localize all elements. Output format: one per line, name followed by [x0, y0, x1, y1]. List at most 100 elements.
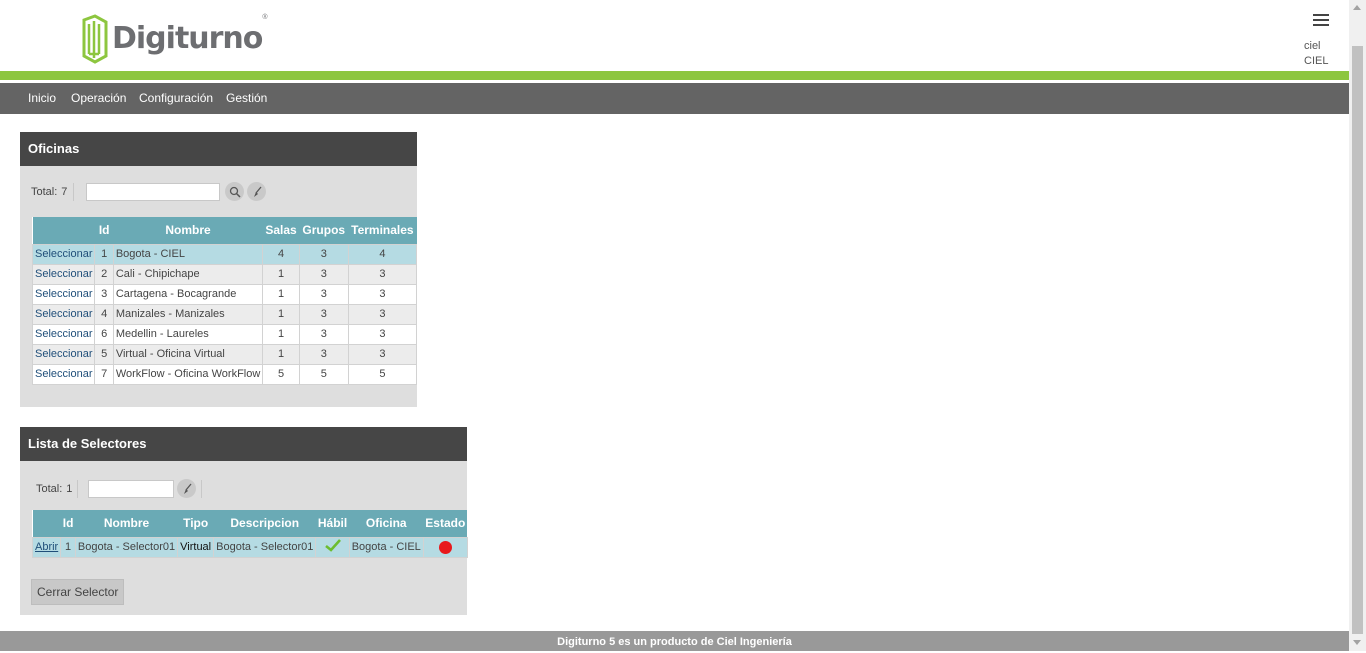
hamburger-menu-icon[interactable]: [1313, 14, 1329, 28]
col-descripcion: Descripcion: [213, 510, 316, 537]
row-nombre: Medellin - Laureles: [112, 323, 264, 345]
row-terminales: 5: [347, 363, 418, 385]
user-company: CIEL: [1304, 55, 1329, 67]
row-nombre: Bogota - Selector01: [74, 536, 179, 558]
row-id: 1: [60, 536, 76, 558]
oficinas-table: Id Nombre Salas Grupos Terminales Selecc…: [31, 217, 418, 385]
nav-item-inicio[interactable]: Inicio: [28, 91, 56, 105]
col-grupos: Grupos: [299, 217, 349, 244]
select-link[interactable]: Seleccionar: [35, 368, 92, 380]
close-selector-button[interactable]: Cerrar Selector: [31, 579, 125, 605]
app-header: Digiturno ® ciel CIEL: [0, 0, 1349, 71]
select-link[interactable]: Seleccionar: [35, 248, 92, 260]
col-nombre: Nombre: [113, 217, 263, 244]
row-descripcion: Bogota - Selector01: [213, 536, 317, 558]
row-salas: 1: [262, 283, 300, 305]
table-row: Seleccionar 1 Bogota - CIEL 4 3 4: [31, 243, 418, 265]
select-link[interactable]: Seleccionar: [35, 328, 92, 340]
row-habil: [315, 536, 350, 558]
row-grupos: 3: [298, 343, 349, 365]
row-salas: 1: [262, 323, 300, 345]
row-id: 2: [94, 263, 114, 285]
logo-registered-mark: ®: [262, 14, 268, 21]
user-login: ciel: [1304, 40, 1321, 52]
col-habil: Hábil: [315, 510, 350, 537]
row-terminales: 3: [347, 303, 418, 325]
row-id: 7: [94, 363, 114, 385]
row-salas: 1: [262, 263, 300, 285]
col-tipo: Tipo: [177, 510, 214, 537]
row-grupos: 3: [298, 303, 349, 325]
row-salas: 1: [262, 303, 300, 325]
digiturno-logo[interactable]: Digiturno ®: [80, 14, 268, 64]
digiturno-logo-icon: [82, 14, 108, 64]
oficinas-search-input[interactable]: [86, 182, 221, 201]
row-terminales: 3: [347, 323, 418, 345]
table-row: Seleccionar 7 WorkFlow - Oficina WorkFlo…: [31, 363, 418, 385]
total-label: Total:: [31, 185, 58, 198]
col-nombre: Nombre: [75, 510, 178, 537]
row-salas: 4: [262, 243, 300, 265]
main-nav: Inicio Operación Configuración Gestión: [0, 83, 1349, 114]
page-scrollbar[interactable]: [1349, 0, 1366, 651]
oficinas-panel: Oficinas Total: 7 Id Nombre Salas Grupos…: [20, 132, 418, 407]
select-link[interactable]: Seleccionar: [35, 348, 92, 360]
table-header-row: Id Nombre Tipo Descripcion Hábil Oficina…: [32, 510, 468, 537]
table-row: Seleccionar 4 Manizales - Manizales 1 3 …: [31, 303, 418, 325]
clear-filter-icon[interactable]: [177, 479, 197, 498]
row-grupos: 3: [298, 323, 349, 345]
col-action: [32, 510, 61, 537]
selectores-panel: Lista de Selectores Total: 1 Id Nombre T…: [20, 427, 468, 615]
nav-item-gestion[interactable]: Gestión: [226, 91, 267, 105]
row-id: 5: [94, 343, 114, 365]
col-estado: Estado: [423, 510, 468, 537]
row-terminales: 4: [347, 243, 418, 265]
table-row: Seleccionar 6 Medellin - Laureles 1 3 3: [31, 323, 418, 345]
row-oficina: Bogota - CIEL: [348, 536, 424, 558]
row-id: 1: [94, 243, 114, 265]
col-id: Id: [60, 510, 76, 537]
oficinas-toolbar: Total: 7: [31, 182, 267, 201]
row-tipo: Virtual: [177, 536, 215, 558]
row-terminales: 3: [347, 343, 418, 365]
row-grupos: 3: [298, 283, 349, 305]
row-grupos: 5: [298, 363, 349, 385]
row-salas: 1: [262, 343, 300, 365]
select-link[interactable]: Seleccionar: [35, 308, 92, 320]
row-nombre: Cartagena - Bocagrande: [112, 283, 264, 305]
select-link[interactable]: Seleccionar: [35, 288, 92, 300]
selectores-title: Lista de Selectores: [20, 427, 467, 461]
open-link[interactable]: Abrir: [35, 541, 58, 553]
table-row: Seleccionar 2 Cali - Chipichape 1 3 3: [31, 263, 418, 285]
row-nombre: Virtual - Oficina Virtual: [112, 343, 264, 365]
table-row: Abrir 1 Bogota - Selector01 Virtual Bogo…: [31, 536, 468, 558]
clear-filter-icon[interactable]: [247, 182, 267, 201]
selectores-filter-input[interactable]: [88, 479, 175, 498]
col-oficina: Oficina: [349, 510, 424, 537]
logo-wordmark: Digiturno: [112, 21, 263, 56]
total-count: 7: [61, 185, 68, 198]
row-nombre: Bogota - CIEL: [112, 243, 264, 265]
row-nombre: Cali - Chipichape: [112, 263, 264, 285]
total-label: Total:: [36, 482, 63, 495]
col-select: [32, 217, 95, 244]
row-grupos: 3: [298, 243, 349, 265]
col-terminales: Terminales: [348, 217, 417, 244]
scroll-up-icon[interactable]: [1353, 5, 1361, 10]
row-terminales: 3: [347, 263, 418, 285]
col-salas: Salas: [262, 217, 300, 244]
row-salas: 5: [262, 363, 300, 385]
scroll-down-icon[interactable]: [1353, 640, 1361, 645]
nav-item-configuracion[interactable]: Configuración: [139, 91, 213, 105]
search-icon[interactable]: [225, 182, 245, 201]
row-id: 4: [94, 303, 114, 325]
scroll-thumb[interactable]: [1352, 46, 1363, 634]
status-red-dot-icon: [438, 540, 452, 554]
row-nombre: Manizales - Manizales: [112, 303, 264, 325]
row-id: 6: [94, 323, 114, 345]
check-icon: [324, 539, 341, 552]
nav-item-operacion[interactable]: Operación: [71, 91, 126, 105]
select-link[interactable]: Seleccionar: [35, 268, 92, 280]
oficinas-title: Oficinas: [20, 132, 417, 166]
row-grupos: 3: [298, 263, 349, 285]
